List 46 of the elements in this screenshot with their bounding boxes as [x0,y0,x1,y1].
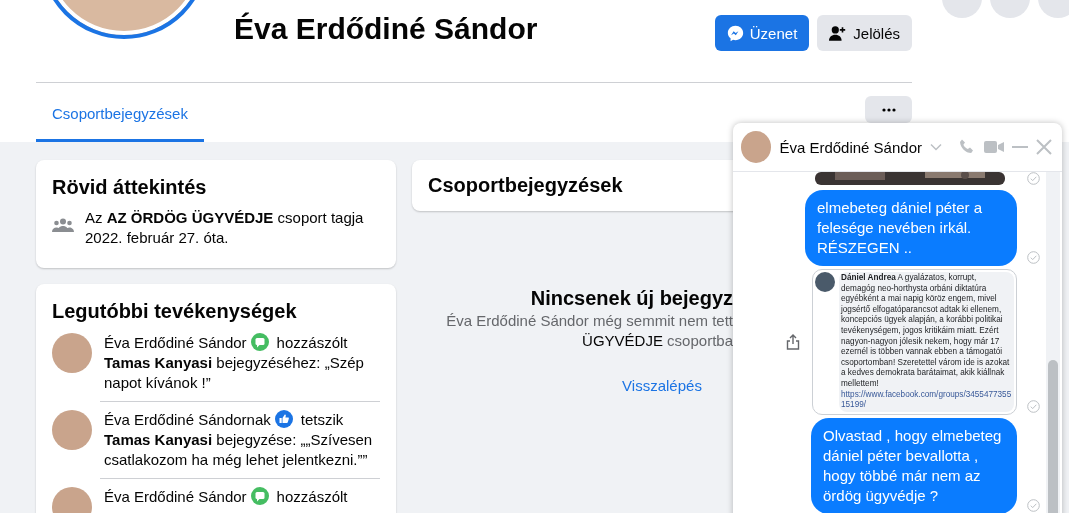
avatar [52,333,92,373]
video-call-icon[interactable] [984,140,1004,154]
share-icon[interactable] [786,333,800,350]
more-icon [881,107,896,112]
activity-text: Tamas Kanyasi bejegyzéséhez: „Szép napot kívánok !” [104,353,365,393]
close-icon[interactable] [1036,139,1052,155]
card-title: Csoportbejegyzések [428,174,624,197]
tab[interactable]: Csoportbejegyzések [36,96,204,142]
avatar [741,131,772,163]
group-icon [52,218,74,232]
sent-check-icon [1027,498,1040,512]
link[interactable]: https://www.facebook.com/groups/345547735515199/ [841,389,1012,411]
user-name[interactable]: Éva Erdődiné Sándor [104,334,247,351]
message-bubble: Olvastad , hogy elmebeteg dániel péter bevallotta , hogy többé már nem az ördög ügyvédje ? [811,417,1017,513]
membership-text: Az AZ ÖRDÖG ÜGYVÉDJE csoport tagja 2022. február 27. óta. [85,208,365,248]
message-button[interactable]: Üzenet [714,15,810,51]
empty-text: Éva Erdődiné Sándor még semmit nem tett [445,311,733,331]
avatar [52,410,92,450]
more-button[interactable] [865,96,912,123]
comment-text: Dániel Andrea A gyalázatos, korrupt, demagóg neo-horthysta orbáni diktatúra egyébként a mai napig köröz engem, mivel jogsértő elfogatóparancsot adtak ki ellenem, koncepciós ügyek alapján, a korábbi politikai tevékenységem, jogos kritikáim miatt. Ezért nagyon-nagyon jólesik nekem, hogy már 17 ezernél is többen vannak ebben a támogatói csoportomban! Szeretettel várom ide is azokat a kedves demokrata barátaimat, akik kiállnak mellettem! [841,273,1011,390]
sent-check-icon [1027,251,1040,264]
chevron-down-icon[interactable] [930,143,942,151]
user-name[interactable]: Éva Erdődiné Sándornak [104,411,271,428]
card-title: Legutóbbi tevékenységek [52,300,298,323]
like-icon [274,410,293,428]
comment-icon [250,487,269,505]
chat-contact-name[interactable]: Éva Erdődiné Sándor [779,138,922,156]
empty-text: ÜGYVÉDJE csoportba [581,331,733,351]
add-person-icon [829,24,848,42]
back-link[interactable]: Visszalépés [622,377,702,394]
empty-title: Nincsenek új bejegyz [529,286,733,311]
activity-text: Tamas Kanyasi bejegyzése: „„Szívesen csatlakozom ha még lehet jelentkezni.”” [104,430,374,470]
phone-icon[interactable] [958,138,976,156]
message-bubble: elmebeteg dániel péter a felesége nevében irkál. RÉSZEGEN .. [805,190,1017,266]
profile-name: Éva Erdődiné Sándor [234,12,538,46]
comment-icon [250,333,269,351]
add-friend-button[interactable]: Jelölés [817,15,912,51]
sent-check-icon [1027,172,1040,185]
activity-verb: hozzászólt [276,334,348,351]
card-title: Rövid áttekintés [52,176,208,199]
activity-verb: hozzászólt [276,488,348,505]
sent-check-icon [1027,399,1040,413]
avatar [815,272,835,292]
user-name[interactable]: Éva Erdődiné Sándor [104,488,247,505]
activity-verb: tetszik [300,411,344,428]
scrollbar[interactable] [1046,172,1060,513]
